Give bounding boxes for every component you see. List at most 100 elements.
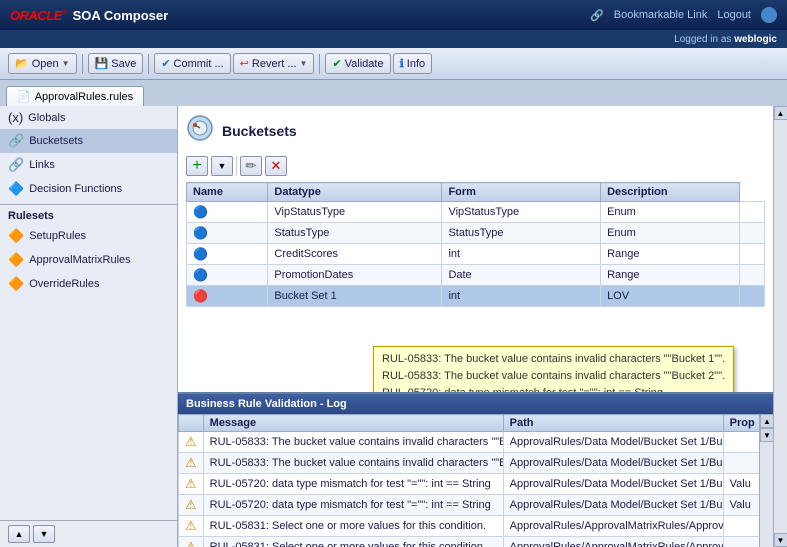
revert-button[interactable]: ↩ Revert ... ▼ — [233, 53, 315, 74]
validate-icon: ✔ — [332, 57, 341, 70]
save-icon: 💾 — [95, 57, 109, 70]
scroll-up-arrow[interactable]: ▲ — [760, 414, 773, 428]
oracle-logo: ORACLE® — [10, 8, 67, 23]
val-prop: Valu — [723, 474, 759, 495]
info-icon: ℹ — [400, 57, 404, 70]
nav-up-btn[interactable]: ▲ — [8, 525, 30, 543]
row-description — [740, 202, 765, 223]
col-form: Form — [442, 183, 601, 202]
validation-row[interactable]: ⚠ RUL-05831: Select one or more values f… — [179, 537, 760, 547]
table-row[interactable]: 🔵 CreditScores int Range — [187, 244, 765, 265]
validation-row[interactable]: ⚠ RUL-05720: data type mismatch for test… — [179, 474, 760, 495]
row-icon-cell: 🔴 — [187, 286, 268, 307]
table-row[interactable]: 🔵 PromotionDates Date Range — [187, 265, 765, 286]
warn-icon-cell: ⚠ — [179, 495, 204, 516]
row-datatype: VipStatusType — [442, 202, 601, 223]
commit-button[interactable]: ✔ Commit ... — [154, 53, 230, 74]
link-icon: 🔗 — [590, 9, 604, 22]
popup-line: RUL-05833: The bucket value contains inv… — [382, 368, 725, 385]
validation-table: Message Path Prop ⚠ RUL-05833: The bucke… — [178, 414, 759, 547]
links-icon: 🔗 — [8, 157, 24, 173]
row-icon: 🔵 — [193, 268, 208, 282]
main-scrollbar[interactable]: ▲ ▼ — [773, 106, 787, 547]
validation-row[interactable]: ⚠ RUL-05833: The bucket value contains i… — [179, 432, 760, 453]
row-icon: 🔵 — [193, 247, 208, 261]
popup-line: RUL-05720: data type mismatch for test "… — [382, 385, 725, 392]
val-message: RUL-05831: Select one or more values for… — [203, 516, 503, 537]
table-row[interactable]: 🔵 StatusType StatusType Enum — [187, 223, 765, 244]
sidebar-item-override-rules[interactable]: 🔶 OverrideRules — [0, 272, 177, 296]
validation-scrollbar[interactable]: ▲ ▼ — [759, 414, 773, 547]
nav-down-btn[interactable]: ▼ — [33, 525, 55, 543]
validation-row[interactable]: ⚠ RUL-05833: The bucket value contains i… — [179, 453, 760, 474]
row-name[interactable]: PromotionDates — [268, 265, 442, 286]
scroll-down-arrow[interactable]: ▼ — [760, 428, 773, 442]
sidebar-item-decision-functions[interactable]: 🔷 Decision Functions — [0, 177, 177, 201]
open-dropdown-arrow[interactable]: ▼ — [62, 59, 70, 68]
top-bar-right: 🔗 Bookmarkable Link Logout — [590, 7, 777, 23]
sidebar-item-links[interactable]: 🔗 Links — [0, 153, 177, 177]
col-icon — [179, 415, 204, 432]
sep2 — [148, 54, 149, 74]
info-button[interactable]: ℹ Info — [393, 53, 433, 74]
sidebar-item-approval-matrix-rules[interactable]: 🔶 ApprovalMatrixRules — [0, 248, 177, 272]
row-name[interactable]: VipStatusType — [268, 202, 442, 223]
delete-bucketset-button[interactable]: ✕ — [265, 156, 287, 176]
dropdown-arrow-btn[interactable]: ▼ — [211, 156, 233, 176]
row-datatype: StatusType — [442, 223, 601, 244]
col-prop: Prop — [723, 415, 759, 432]
row-name[interactable]: CreditScores — [268, 244, 442, 265]
row-icon: 🔵 — [193, 226, 208, 240]
warn-icon-cell: ⚠ — [179, 453, 204, 474]
validation-popup: RUL-05833: The bucket value contains inv… — [373, 346, 734, 392]
revert-dropdown-arrow[interactable]: ▼ — [300, 59, 308, 68]
table-row[interactable]: 🔵 VipStatusType VipStatusType Enum — [187, 202, 765, 223]
warn-icon: ⚠ — [185, 539, 197, 547]
add-bucketset-button[interactable]: + — [186, 156, 208, 176]
sidebar-item-bucketsets[interactable]: 🔗 Bucketsets — [0, 129, 177, 153]
scroll-top-arrow[interactable]: ▲ — [774, 106, 787, 120]
bookmarkable-link[interactable]: Bookmarkable Link — [614, 9, 708, 21]
warn-icon-cell: ⚠ — [179, 432, 204, 453]
save-button[interactable]: 💾 Save — [88, 53, 144, 74]
panel-icon — [186, 114, 214, 148]
val-path: ApprovalRules/Data Model/Bucket Set 1/Bu… — [503, 474, 723, 495]
decision-functions-icon: 🔷 — [8, 181, 24, 197]
val-message: RUL-05720: data type mismatch for test "… — [203, 495, 503, 516]
row-name[interactable]: StatusType — [268, 223, 442, 244]
row-form: Enum — [601, 202, 740, 223]
col-datatype: Datatype — [268, 183, 442, 202]
val-path: ApprovalRules/Data Model/Bucket Set 1/Bu… — [503, 453, 723, 474]
user-icon — [761, 7, 777, 23]
validation-row[interactable]: ⚠ RUL-05720: data type mismatch for test… — [179, 495, 760, 516]
revert-icon: ↩ — [240, 57, 249, 70]
col-path: Path — [503, 415, 723, 432]
warn-icon: ⚠ — [185, 455, 197, 470]
val-prop: Valu — [723, 495, 759, 516]
sidebar-item-globals[interactable]: (x) Globals — [0, 106, 177, 129]
approval-rules-tab[interactable]: 📄 ApprovalRules.rules — [6, 86, 144, 106]
logout-link[interactable]: Logout — [717, 9, 751, 21]
toolbar: 📂 Open ▼ 💾 Save ✔ Commit ... ↩ Revert ..… — [0, 48, 787, 80]
open-button[interactable]: 📂 Open ▼ — [8, 53, 77, 74]
bucketsets-table: Name Datatype Form Description 🔵 VipStat… — [186, 182, 765, 307]
table-row[interactable]: 🔴 Bucket Set 1 int LOV — [187, 286, 765, 307]
validation-row[interactable]: ⚠ RUL-05831: Select one or more values f… — [179, 516, 760, 537]
validate-button[interactable]: ✔ Validate — [325, 53, 390, 74]
sidebar-item-setup-rules[interactable]: 🔶 SetupRules — [0, 224, 177, 248]
row-form: Enum — [601, 223, 740, 244]
row-name[interactable]: Bucket Set 1 — [268, 286, 442, 307]
scroll-bottom-arrow[interactable]: ▼ — [774, 533, 787, 547]
row-form: LOV — [601, 286, 740, 307]
edit-bucketset-button[interactable]: ✏ — [240, 156, 262, 176]
warn-icon: ⚠ — [185, 434, 197, 449]
warn-icon-cell: ⚠ — [179, 474, 204, 495]
row-icon-cell: 🔵 — [187, 265, 268, 286]
username: weblogic — [734, 34, 777, 45]
val-path: ApprovalRules/Data Model/Bucket Set 1/Bu… — [503, 432, 723, 453]
val-prop — [723, 537, 759, 547]
content-area: Bucketsets + ▼ ✏ ✕ Name Datatype Form De… — [178, 106, 773, 547]
warn-icon-cell: ⚠ — [179, 537, 204, 547]
row-icon-cell: 🔵 — [187, 223, 268, 244]
folder-icon: 📂 — [15, 57, 29, 70]
